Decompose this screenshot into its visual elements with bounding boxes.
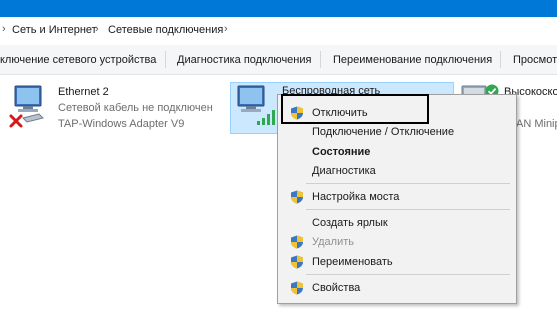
menu-item-properties[interactable]: Свойства <box>278 278 516 298</box>
rename-connection-button[interactable]: Переименование подключения <box>333 54 492 66</box>
chevron-right-icon[interactable]: › <box>224 23 228 35</box>
command-toolbar: ключение сетевого устройства Диагностика… <box>0 45 557 75</box>
menu-separator <box>306 209 510 210</box>
menu-item-diagnostics[interactable]: Диагностика <box>278 161 516 181</box>
connection-adapter: AN Minip <box>516 118 557 130</box>
diagnose-connection-button[interactable]: Диагностика подключения <box>177 54 311 66</box>
menu-separator <box>306 274 510 275</box>
view-status-button[interactable]: Просмот <box>513 54 557 66</box>
menu-separator <box>306 183 510 184</box>
menu-item-label: Подключение / Отключение <box>312 126 455 138</box>
connection-adapter: TAP-Windows Adapter V9 <box>58 118 185 130</box>
menu-item-delete: Удалить <box>278 232 516 252</box>
disconnected-x-icon <box>9 114 23 128</box>
menu-item-status[interactable]: Состояние <box>278 142 516 162</box>
address-bar[interactable]: › Сеть и Интернет › Сетевые подключения … <box>0 17 557 46</box>
chevron-right-icon: › <box>95 23 99 35</box>
menu-item-rename[interactable]: Переименовать <box>278 252 516 272</box>
menu-item-label: Переименовать <box>312 256 393 268</box>
breadcrumb-network-connections[interactable]: Сетевые подключения <box>108 24 223 36</box>
context-menu: Отключить Подключение / Отключение Состо… <box>277 94 517 304</box>
toolbar-divider <box>320 51 321 68</box>
menu-item-label: Диагностика <box>312 165 376 177</box>
menu-item-connect-disconnect[interactable]: Подключение / Отключение <box>278 122 516 142</box>
shield-icon <box>290 281 304 295</box>
annotation-highlight-box <box>281 94 429 124</box>
toolbar-divider <box>500 51 501 68</box>
menu-item-label: Свойства <box>312 282 361 294</box>
connection-status: Сетевой кабель не подключен <box>58 102 213 114</box>
shield-icon <box>290 235 304 249</box>
connection-name: Ethernet 2 <box>58 86 109 98</box>
menu-item-create-shortcut[interactable]: Создать ярлык <box>278 213 516 233</box>
shield-icon <box>290 255 304 269</box>
menu-item-label: Настройка моста <box>312 191 400 203</box>
toolbar-divider <box>165 51 166 68</box>
disconnect-device-button[interactable]: ключение сетевого устройства <box>0 54 156 66</box>
breadcrumb-network-internet[interactable]: Сеть и Интернет <box>12 24 97 36</box>
menu-item-label: Удалить <box>312 236 354 248</box>
window-titlebar <box>0 0 557 17</box>
menu-item-bridge[interactable]: Настройка моста <box>278 187 516 207</box>
menu-item-label: Создать ярлык <box>312 217 388 229</box>
shield-icon <box>290 190 304 204</box>
chevron-right-icon: › <box>2 23 6 35</box>
menu-item-label: Состояние <box>312 146 371 158</box>
